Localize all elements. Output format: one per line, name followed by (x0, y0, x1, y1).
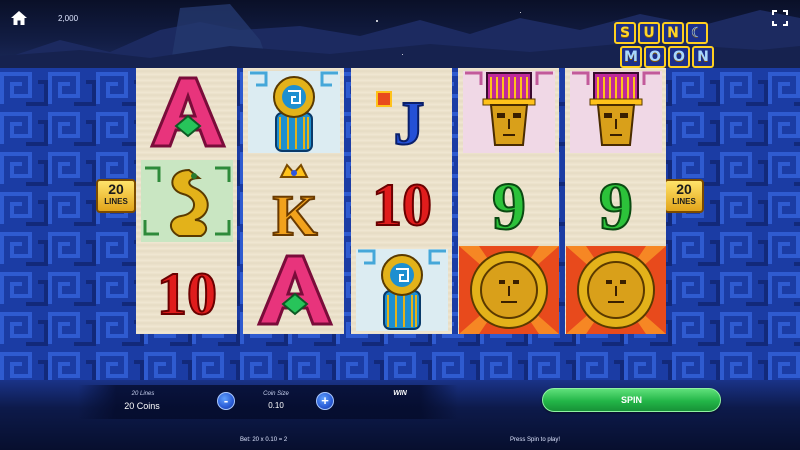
letter-a-symbol (256, 254, 333, 326)
symbol-snake (136, 157, 237, 245)
svg-text:10: 10 (157, 261, 217, 327)
logo-letter: N (692, 46, 714, 68)
mayan-snake-symbol (140, 160, 233, 242)
reel-2: K (243, 68, 344, 334)
mayan-mask-symbol (462, 71, 555, 153)
logo-letter: M (620, 46, 642, 68)
svg-text:9: 9 (492, 168, 526, 241)
symbol-shield (351, 246, 452, 334)
spin-button[interactable]: SPIN (542, 388, 721, 412)
reel-area: 10 K J 10 9 9 (136, 68, 666, 334)
nine-symbol: 9 (491, 167, 527, 241)
paylines-label: LINES (672, 197, 696, 206)
home-button[interactable] (10, 10, 28, 26)
mayan-mask-symbol (569, 71, 662, 153)
svg-text:10: 10 (372, 172, 432, 238)
symbol-10: 10 (136, 246, 237, 334)
logo-line-sun: S U N ☾ (614, 22, 720, 44)
letter-j-symbol: J (375, 89, 425, 152)
logo-letter: S (614, 22, 636, 44)
paylines-label: LINES (104, 197, 128, 206)
reel-4: 9 (458, 68, 559, 334)
coin-size-label: Coin Size (263, 391, 289, 397)
win-label: WIN (393, 390, 407, 397)
ten-symbol: 10 (371, 171, 433, 239)
svg-text:K: K (272, 183, 317, 241)
letter-a-symbol (149, 76, 226, 148)
game-logo: S U N ☾ M O O N (614, 22, 720, 68)
coins-value: 20 Coins (124, 401, 160, 411)
status-message: Press Spin to play! (510, 437, 561, 443)
ten-symbol: 10 (156, 260, 218, 328)
logo-line-moon: M O O N (620, 46, 720, 68)
symbol-sun (565, 246, 666, 334)
mayan-shield-symbol (247, 71, 340, 153)
symbol-j: J (351, 68, 452, 156)
symbol-a (136, 68, 237, 156)
balance-display: 2,000 (58, 14, 79, 23)
symbol-sun (458, 246, 559, 334)
coin-size-decrease-button[interactable]: - (217, 392, 235, 410)
symbol-9: 9 (458, 157, 559, 245)
logo-letter: O (668, 46, 690, 68)
sun-disc-symbol (565, 246, 666, 334)
paylines-badge-right: 20 LINES (664, 179, 704, 213)
reel-3: J 10 (351, 68, 452, 334)
lines-label: 20 Lines (131, 391, 155, 397)
coin-size-increase-button[interactable]: + (316, 392, 334, 410)
logo-letter: N (662, 22, 684, 44)
logo-letter: O (644, 46, 666, 68)
svg-text:9: 9 (599, 168, 633, 241)
home-icon (11, 11, 27, 25)
symbol-10: 10 (351, 157, 452, 245)
reel-5: 9 (565, 68, 666, 334)
symbol-mask (458, 68, 559, 156)
paylines-badge-left: 20 LINES (96, 179, 136, 213)
symbol-9: 9 (565, 157, 666, 245)
mayan-shield-symbol (355, 249, 448, 331)
fullscreen-icon (772, 10, 788, 26)
logo-letter: U (638, 22, 660, 44)
reel-1: 10 (136, 68, 237, 334)
nine-symbol: 9 (598, 167, 634, 241)
bet-summary: Bet: 20 x 0.10 = 2 (240, 437, 288, 443)
paylines-count: 20 (108, 181, 124, 197)
symbol-shield (243, 68, 344, 156)
coin-size-value: 0.10 (268, 401, 284, 410)
fullscreen-button[interactable] (772, 10, 788, 26)
svg-text:J: J (393, 90, 424, 152)
paylines-count: 20 (676, 181, 692, 197)
sun-disc-symbol (458, 246, 559, 334)
logo-moon-icon: ☾ (686, 22, 708, 44)
letter-k-symbol: K (271, 163, 318, 241)
symbol-a (243, 246, 344, 334)
symbol-mask (565, 68, 666, 156)
symbol-k: K (243, 157, 344, 245)
